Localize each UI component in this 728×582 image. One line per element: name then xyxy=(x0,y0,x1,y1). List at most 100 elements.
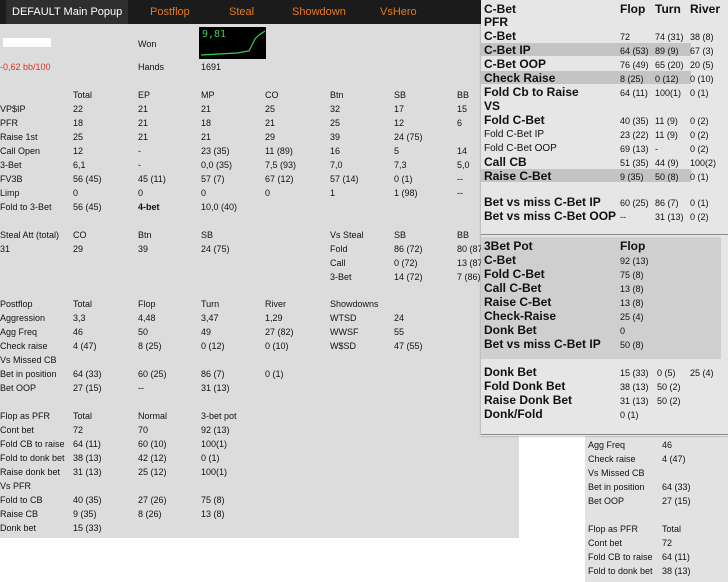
threebet-row-bet-vs-miss-c-bet-ip: Bet vs miss C-Bet IP xyxy=(484,337,601,351)
preflop-cell: 16 xyxy=(330,146,341,156)
threebet-cell: 75 (8) xyxy=(620,270,644,280)
overlay-cell: 74 (31) xyxy=(655,32,684,42)
main-popup: DEFAULT Main Popup Postflop Steal Showdo… xyxy=(0,0,519,538)
vs-steal-row-call: Call xyxy=(330,258,346,268)
preflop-cell: 29 xyxy=(265,132,276,142)
overlay-cell: 72 xyxy=(620,32,631,42)
threebet-cell: 92 (13) xyxy=(620,256,649,266)
overlay-header-turn: Turn xyxy=(655,2,681,16)
overlay-cell: 38 (8) xyxy=(690,32,714,42)
flop-pfr-cell: 100(1) xyxy=(201,467,228,477)
preflop-cell: 17 xyxy=(394,104,405,114)
preflop-header-btn: Btn xyxy=(330,90,344,100)
overlay-cell: 69 (13) xyxy=(620,144,649,154)
preflop-row-label-vp-ip: VP$IP xyxy=(0,104,26,114)
preflop-cell: 5 xyxy=(394,146,400,156)
steal-value: 24 (75) xyxy=(201,244,230,254)
second-cell: 27 (15) xyxy=(662,496,691,506)
flop-pfr-cell: 60 (10) xyxy=(138,439,167,449)
tab-bar: DEFAULT Main Popup Postflop Steal Showdo… xyxy=(0,0,519,24)
preflop-row-label-pfr: PFR xyxy=(0,118,18,128)
showdown-row-wtsd: WTSD xyxy=(330,313,357,323)
overlay-vs-row-raise-c-bet: Raise C-Bet xyxy=(484,169,552,183)
preflop-cell: 0 xyxy=(73,188,79,198)
flop-pfr-row-cont-bet: Cont bet xyxy=(0,425,35,435)
preflop-cell: 21 xyxy=(201,132,212,142)
tab-showdown[interactable]: Showdown xyxy=(286,0,352,24)
overlay-miss-row-bet-vs-miss-c-bet-ip: Bet vs miss C-Bet IP xyxy=(484,195,601,209)
preflop-cell: 10,0 (40) xyxy=(201,202,238,212)
postflop-row-bet-in-position: Bet in position xyxy=(0,369,57,379)
vs-steal-cell: 7 (86) xyxy=(457,272,481,282)
overlay-cell: 50 (2) xyxy=(657,382,681,392)
second-row-check-raise: Check raise xyxy=(588,454,636,464)
flop-pfr-cell: 64 (11) xyxy=(73,439,101,449)
tab-default-main-popup[interactable]: DEFAULT Main Popup xyxy=(6,0,129,24)
flop-pfr-cell: 70 xyxy=(138,425,149,435)
threebet-row-c-bet: C-Bet xyxy=(484,253,516,267)
vs-pfr-cell: 9 (35) xyxy=(73,509,97,519)
postflop-row-agg-freq: Agg Freq xyxy=(0,327,38,337)
overlay-cell: 20 (5) xyxy=(690,60,714,70)
preflop-cell: - xyxy=(138,146,141,156)
steal-header-btn: Btn xyxy=(138,230,152,240)
steal-att-label: Steal Att (total) xyxy=(0,230,60,240)
overlay-cell: 100(2) xyxy=(690,158,717,168)
secondary-popup: Agg Freq 46 Check raise 4 (47) Vs Missed CB B… xyxy=(585,430,728,582)
postflop-overlay-popup: C-Bet Flop Turn River PFR C-Bet 72 74 (31) 38 (8… xyxy=(481,0,728,436)
postflop-row-aggression: Aggression xyxy=(0,313,46,323)
overlay-cell: 25 (4) xyxy=(690,368,714,378)
preflop-row-label-fv3b: FV3B xyxy=(0,174,23,184)
postflop-cell: 0 (1) xyxy=(265,369,284,379)
overlay-donk-row-donk-bet: Donk Bet xyxy=(484,365,537,379)
overlay-donk-row-fold-donk-bet: Fold Donk Bet xyxy=(484,379,566,393)
postflop-cell: 27 (82) xyxy=(265,327,294,337)
postflop-cell: 64 (33) xyxy=(73,369,102,379)
showdown-value: 55 xyxy=(394,327,405,337)
overlay-cell: 31 (13) xyxy=(655,212,684,222)
overlay-donk-row-donk-fold: Donk/Fold xyxy=(484,407,543,421)
showdown-row-w-sd: W$SD xyxy=(330,341,357,351)
overlay-cell: 67 (3) xyxy=(690,46,714,56)
overlay-header-flop: Flop xyxy=(620,2,646,16)
flop-pfr-header-total: Total xyxy=(73,411,93,421)
postflop-row-check-raise: Check raise xyxy=(0,341,48,351)
preflop-cell: 7,0 xyxy=(330,160,343,170)
preflop-cell: 14 xyxy=(457,146,468,156)
preflop-header-total: Total xyxy=(73,90,93,100)
preflop-row-label-fold-to-3-bet: Fold to 3-Bet xyxy=(0,202,52,212)
preflop-cell: 25 xyxy=(73,132,84,142)
background-gap xyxy=(519,430,585,582)
flop-pfr-cell: 92 (13) xyxy=(201,425,230,435)
flop-pfr-row-fold-to-donk-bet: Fold to donk bet xyxy=(0,453,65,463)
preflop-cell: 1 xyxy=(330,188,336,198)
overlay-vs-label: VS xyxy=(484,99,501,113)
overlay-cell: 40 (35) xyxy=(620,116,649,126)
postflop-cell: 4,48 xyxy=(138,313,156,323)
preflop-header-ep: EP xyxy=(138,90,151,100)
second-flop-as-pfr-label: Flop as PFR xyxy=(588,524,639,534)
tab-postflop[interactable]: Postflop xyxy=(144,0,196,24)
postflop-cell: 50 xyxy=(138,327,149,337)
overlay-cell: 89 (9) xyxy=(655,46,679,56)
postflop-cell: 0 (12) xyxy=(201,341,225,351)
overlay-cell: 65 (20) xyxy=(655,60,684,70)
overlay-cell: 0 (1) xyxy=(690,172,709,182)
overlay-donk-row-raise-donk-bet: Raise Donk Bet xyxy=(484,393,573,407)
overlay-bottom-edge xyxy=(481,434,728,435)
preflop-cell: -- xyxy=(457,174,463,184)
preflop-row-label-raise-1st: Raise 1st xyxy=(0,132,38,142)
vs-pfr-cell: 75 (8) xyxy=(201,495,225,505)
postflop-cell: 0 (10) xyxy=(265,341,289,351)
tab-steal[interactable]: Steal xyxy=(223,0,260,24)
preflop-cell: 57 (7) xyxy=(201,174,225,184)
vs-steal-header-sb: SB xyxy=(394,230,407,240)
overlay-cell: 50 (8) xyxy=(655,172,679,182)
vs-pfr-cell: 15 (33) xyxy=(73,523,102,533)
threebet-pot-label: 3Bet Pot xyxy=(484,239,533,253)
second-row-vs-missed-cb: Vs Missed CB xyxy=(588,468,645,478)
won-graph: 9,81 xyxy=(199,27,266,59)
postflop-cell: 60 (25) xyxy=(138,369,167,379)
tab-vshero[interactable]: VsHero xyxy=(374,0,423,24)
won-value: 9,81 xyxy=(202,29,227,40)
